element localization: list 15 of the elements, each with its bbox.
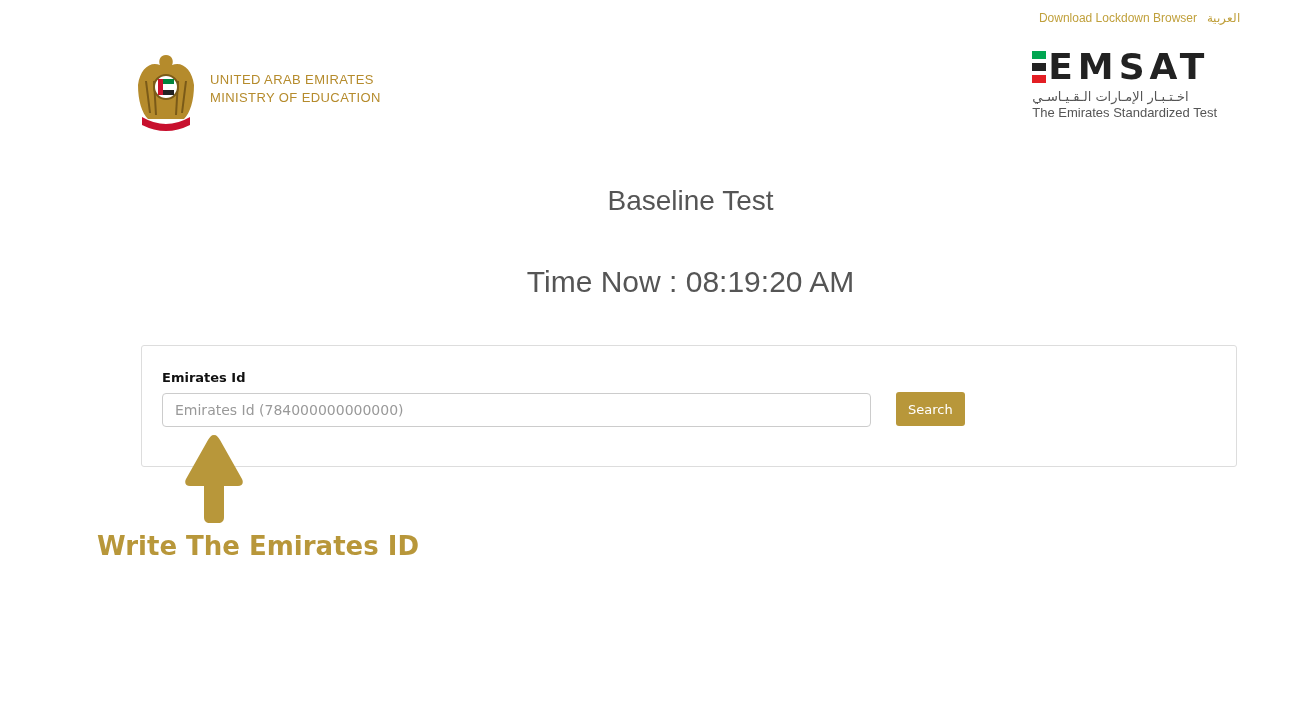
top-link[interactable]: Download Lockdown Browser	[1038, 11, 1197, 29]
emsat-wordmark: EMSAT	[1048, 49, 1210, 85]
current-time: Time Now : 08:19:20 AM	[525, 265, 856, 299]
emsat-tagline: The Emirates Standardized Test	[1032, 105, 1217, 120]
emirates-id-field[interactable]: Emirates Id (784000000000000)	[162, 393, 871, 427]
page-title: Baseline Test	[606, 185, 775, 217]
ministry-name: UNITED ARAB EMIRATES	[210, 71, 375, 87]
search-button[interactable]: Search	[896, 392, 965, 426]
field-label: Emirates Id	[162, 370, 247, 385]
flag-stripes-icon	[1032, 51, 1047, 83]
top-link[interactable]: العربية	[1207, 11, 1240, 29]
annotation-text: Write The Emirates ID	[97, 531, 420, 561]
up-arrow-icon	[184, 433, 244, 523]
ministry-name: MINISTRY OF EDUCATION	[210, 89, 381, 105]
emsat-arabic-name: اخـتـبـار الإمـارات الـقـيـاسـي	[1032, 89, 1189, 104]
